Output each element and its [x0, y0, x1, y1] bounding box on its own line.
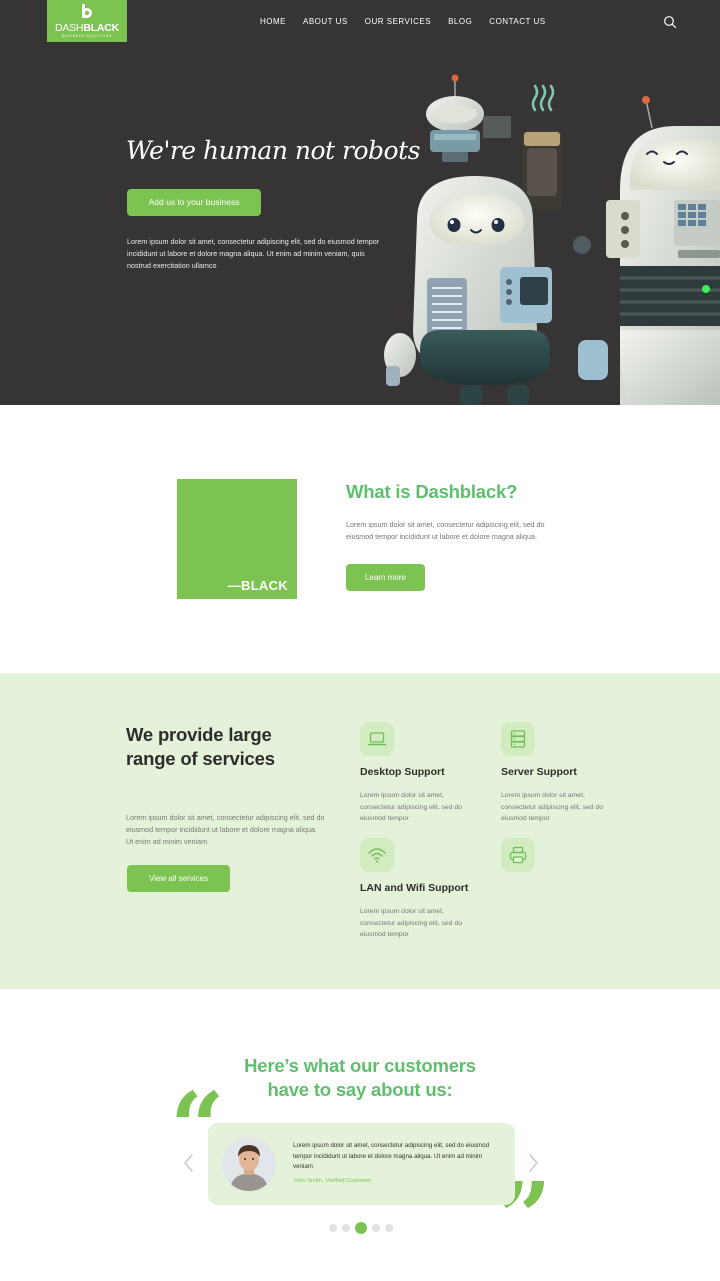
robots-illustration	[384, 74, 720, 405]
services-section: We provide large range of services Lorem…	[0, 673, 720, 989]
service-description: Lorem ipsum dolor sit amet, consectetur …	[360, 792, 463, 822]
logo-icon	[82, 4, 92, 18]
service-name: Server Support	[501, 766, 577, 778]
about-image: —BLACK	[177, 479, 297, 599]
services-description: Lorem ipsum dolor sit amet, consectetur …	[126, 813, 325, 846]
brand-tagline: BUSINESS SOLUTIONS	[62, 34, 112, 38]
services-title: We provide large range of services	[126, 724, 275, 769]
main-nav: HOME ABOUT US OUR SERVICES BLOG CONTACT …	[260, 16, 563, 28]
carousel-dot-2[interactable]	[342, 1224, 350, 1232]
brand-logo[interactable]: DASHBLACK BUSINESS SOLUTIONS	[47, 0, 127, 42]
learn-more-button[interactable]: Learn more	[346, 564, 425, 591]
about-box-text: —BLACK	[227, 578, 288, 593]
view-all-services-button[interactable]: View all services	[127, 865, 230, 892]
carousel-dot-5[interactable]	[385, 1224, 393, 1232]
printer-icon	[509, 846, 527, 864]
testimonials-title-text: Here’s what our customers have to say ab…	[244, 1055, 476, 1100]
wifi-icon	[368, 848, 386, 863]
right-robot	[606, 96, 720, 405]
service-description: Lorem ipsum dolor sit amet, consectetur …	[360, 908, 463, 938]
testimonial-card: Lorem ipsum dolor sit amet, consectetur …	[208, 1123, 515, 1205]
main-robot	[384, 84, 608, 405]
nav-home[interactable]: HOME	[260, 16, 286, 28]
carousel-dot-3[interactable]	[355, 1222, 367, 1234]
carousel-dot-4[interactable]	[372, 1224, 380, 1232]
add-to-business-button[interactable]: Add us to your business	[127, 189, 261, 216]
testimonial-quote: Lorem ipsum dolor sit amet, consectetur …	[293, 1142, 490, 1170]
customer-avatar	[222, 1137, 276, 1191]
hero-description: Lorem ipsum dolor sit amet, consectetur …	[127, 237, 380, 270]
service-description: Lorem ipsum dolor sit amet, consectetur …	[501, 792, 604, 822]
about-title: What is Dashblack?	[346, 481, 518, 502]
server-icon	[510, 730, 526, 748]
brand-name: DASHBLACK	[54, 22, 120, 34]
service-name: LAN and Wifi Support	[360, 882, 469, 894]
nav-blog[interactable]: BLOG	[448, 16, 472, 28]
prev-arrow-icon[interactable]	[182, 1153, 196, 1173]
testimonial-author: John Smith, Verified Customer	[293, 1178, 372, 1184]
next-arrow-icon[interactable]	[526, 1153, 540, 1173]
service-name: Desktop Support	[360, 766, 445, 778]
about-description: Lorem ipsum dolor sit amet, consectetur …	[346, 520, 545, 541]
search-icon[interactable]	[663, 15, 677, 29]
testimonials-title: Here’s what our customers have to say ab…	[0, 1054, 720, 1102]
nav-our-services[interactable]: OUR SERVICES	[365, 16, 431, 28]
nav-about-us[interactable]: ABOUT US	[303, 16, 348, 28]
nav-contact-us[interactable]: CONTACT US	[489, 16, 545, 28]
drone-robot	[426, 74, 484, 162]
carousel-dot-1[interactable]	[329, 1224, 337, 1232]
laptop-icon	[367, 732, 387, 746]
hero-section: DASHBLACK BUSINESS SOLUTIONS HOME ABOUT …	[0, 0, 720, 405]
